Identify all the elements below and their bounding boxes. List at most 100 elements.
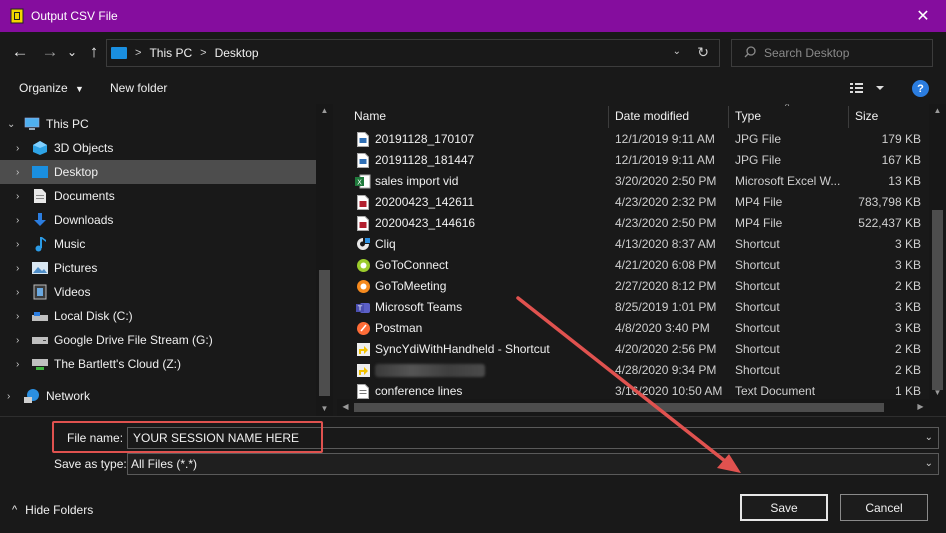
- scroll-down-icon[interactable]: ▼: [316, 404, 333, 413]
- address-dropdown-icon[interactable]: ⌄: [673, 46, 681, 57]
- file-list-scrollbar[interactable]: ▲ ▼: [929, 104, 946, 416]
- chevron-right-icon[interactable]: ›: [16, 143, 19, 154]
- chevron-right-icon[interactable]: ›: [16, 215, 19, 226]
- chevron-down-icon[interactable]: ⌄: [7, 119, 15, 130]
- save-as-type-label: Save as type:: [54, 457, 127, 471]
- file-date-modified: 4/28/2020 9:34 PM: [615, 363, 717, 377]
- file-date-modified: 2/27/2020 8:12 PM: [615, 279, 717, 293]
- tree-item-pictures[interactable]: › Pictures: [0, 256, 316, 280]
- file-size: 2 KB: [894, 279, 921, 293]
- file-row[interactable]: GoToConnect 4/21/2020 6:08 PM Shortcut 3 KB: [337, 255, 929, 276]
- tree-item-network[interactable]: › Network: [0, 384, 316, 408]
- tree-item-google-drive[interactable]: › Google Drive File Stream (G:): [0, 328, 316, 352]
- scrollbar-thumb[interactable]: [932, 210, 943, 390]
- file-name: 20200423_144616: [375, 216, 476, 230]
- file-row[interactable]: Xsales import vid 3/20/2020 2:50 PM Micros…: [337, 171, 929, 192]
- save-options: File name: YOUR SESSION NAME HERE ⌄ Save…: [0, 416, 946, 533]
- save-button[interactable]: Save: [740, 494, 828, 521]
- file-row[interactable]: 20191128_181447 12/1/2019 9:11 AM JPG File…: [337, 150, 929, 171]
- file-row[interactable]: 4/28/2020 9:34 PM Shortcut 2 KB: [337, 360, 929, 381]
- search-input[interactable]: Search Desktop: [764, 46, 849, 60]
- column-header-date-modified[interactable]: Date modified: [615, 104, 689, 128]
- close-button[interactable]: ✕: [900, 0, 946, 32]
- scroll-left-icon[interactable]: ◀: [337, 402, 354, 411]
- file-size: 3 KB: [894, 321, 921, 335]
- file-type: Shortcut: [735, 258, 780, 272]
- scroll-up-icon[interactable]: ▲: [929, 106, 946, 115]
- excel-file-icon: X: [355, 173, 371, 189]
- nav-pane-scrollbar[interactable]: ▲ ▼: [316, 104, 333, 416]
- tree-item-desktop[interactable]: › Desktop: [0, 160, 316, 184]
- file-row[interactable]: 20200423_144616 4/23/2020 2:50 PM MP4 File…: [337, 213, 929, 234]
- refresh-icon[interactable]: ↻: [697, 44, 709, 61]
- column-divider[interactable]: [728, 106, 729, 128]
- file-name: GoToMeeting: [375, 279, 447, 293]
- column-header-name[interactable]: Name: [354, 104, 386, 128]
- new-folder-button[interactable]: New folder: [110, 81, 167, 95]
- back-button[interactable]: ←: [10, 41, 30, 63]
- chevron-right-icon[interactable]: ›: [16, 239, 19, 250]
- file-list-horizontal-scrollbar[interactable]: ◀ ▶: [337, 399, 929, 416]
- up-button[interactable]: ↑: [84, 41, 104, 63]
- chevron-right-icon[interactable]: ›: [16, 167, 19, 178]
- scroll-down-icon[interactable]: ▼: [929, 388, 946, 397]
- file-row[interactable]: 20191128_170107 12/1/2019 9:11 AM JPG File…: [337, 129, 929, 150]
- postman-icon: [355, 320, 371, 336]
- file-type: Microsoft Excel W...: [735, 174, 841, 188]
- file-date-modified: 12/1/2019 9:11 AM: [615, 132, 715, 146]
- chevron-right-icon[interactable]: ›: [16, 335, 19, 346]
- tree-item-documents[interactable]: › Documents: [0, 184, 316, 208]
- recent-locations-button[interactable]: ⌄: [65, 41, 79, 63]
- scroll-right-icon[interactable]: ▶: [912, 402, 929, 411]
- tree-item-videos[interactable]: › Videos: [0, 280, 316, 304]
- breadcrumb-this-pc[interactable]: This PC: [149, 46, 192, 60]
- save-as-type-select[interactable]: All Files (*.*) ⌄: [127, 453, 939, 475]
- file-row[interactable]: 20200423_142611 4/23/2020 2:32 PM MP4 File…: [337, 192, 929, 213]
- tree-item-3d-objects[interactable]: › 3D Objects: [0, 136, 316, 160]
- view-options-button[interactable]: [850, 82, 884, 97]
- chevron-right-icon[interactable]: ›: [16, 287, 19, 298]
- tree-item-local-disk[interactable]: › Local Disk (C:): [0, 304, 316, 328]
- file-row[interactable]: Postman 4/8/2020 3:40 PM Shortcut 3 KB: [337, 318, 929, 339]
- file-row[interactable]: SyncYdiWithHandheld - Shortcut 4/20/2020 …: [337, 339, 929, 360]
- file-type: Shortcut: [735, 279, 780, 293]
- search-icon: [744, 45, 756, 61]
- address-bar[interactable]: > This PC > Desktop ⌄ ↻: [106, 39, 720, 67]
- back-arrow-icon: ←: [11, 42, 29, 61]
- file-row[interactable]: GoToMeeting 2/27/2020 8:12 PM Shortcut 2 KB: [337, 276, 929, 297]
- chevron-right-icon[interactable]: ›: [7, 391, 10, 402]
- tree-item-music[interactable]: › Music: [0, 232, 316, 256]
- forward-button[interactable]: →: [40, 41, 60, 63]
- file-size: 522,437 KB: [858, 216, 921, 230]
- cancel-button[interactable]: Cancel: [840, 494, 928, 521]
- file-name-input[interactable]: YOUR SESSION NAME HERE ⌄: [127, 427, 939, 449]
- gotoconnect-icon: [355, 257, 371, 273]
- tree-item-downloads[interactable]: › Downloads: [0, 208, 316, 232]
- hide-folders-button[interactable]: ^ Hide Folders: [12, 503, 93, 517]
- tree-item-bartletts-cloud[interactable]: › The Bartlett's Cloud (Z:): [0, 352, 316, 376]
- scroll-up-icon[interactable]: ▲: [316, 106, 333, 115]
- chevron-right-icon[interactable]: ›: [16, 263, 19, 274]
- column-divider[interactable]: [608, 106, 609, 128]
- chevron-down-icon[interactable]: ⌄: [925, 458, 933, 469]
- column-header-type[interactable]: Type: [735, 104, 761, 128]
- column-divider[interactable]: [848, 106, 849, 128]
- tree-label: This PC: [46, 117, 89, 131]
- chevron-right-icon[interactable]: ›: [16, 359, 19, 370]
- chevron-down-icon: ⌄: [66, 45, 78, 59]
- column-header-size[interactable]: Size: [855, 104, 878, 128]
- scrollbar-thumb[interactable]: [354, 403, 884, 412]
- file-row[interactable]: Cliq 4/13/2020 8:37 AM Shortcut 3 KB: [337, 234, 929, 255]
- chevron-right-icon[interactable]: ›: [16, 191, 19, 202]
- file-row[interactable]: T Microsoft Teams 8/25/2019 1:01 PM Shortcu…: [337, 297, 929, 318]
- file-list: ^ Name Date modified Type Size 20191128_…: [337, 104, 946, 416]
- music-icon: [32, 236, 48, 252]
- organize-button[interactable]: Organize ▼: [19, 81, 84, 95]
- tree-item-this-pc[interactable]: ⌄ This PC: [0, 112, 316, 136]
- scrollbar-thumb[interactable]: [319, 270, 330, 396]
- breadcrumb-desktop[interactable]: Desktop: [215, 46, 259, 60]
- chevron-right-icon[interactable]: ›: [16, 311, 19, 322]
- search-box[interactable]: Search Desktop: [731, 39, 933, 67]
- chevron-down-icon[interactable]: ⌄: [925, 432, 933, 443]
- help-button[interactable]: ?: [912, 80, 929, 97]
